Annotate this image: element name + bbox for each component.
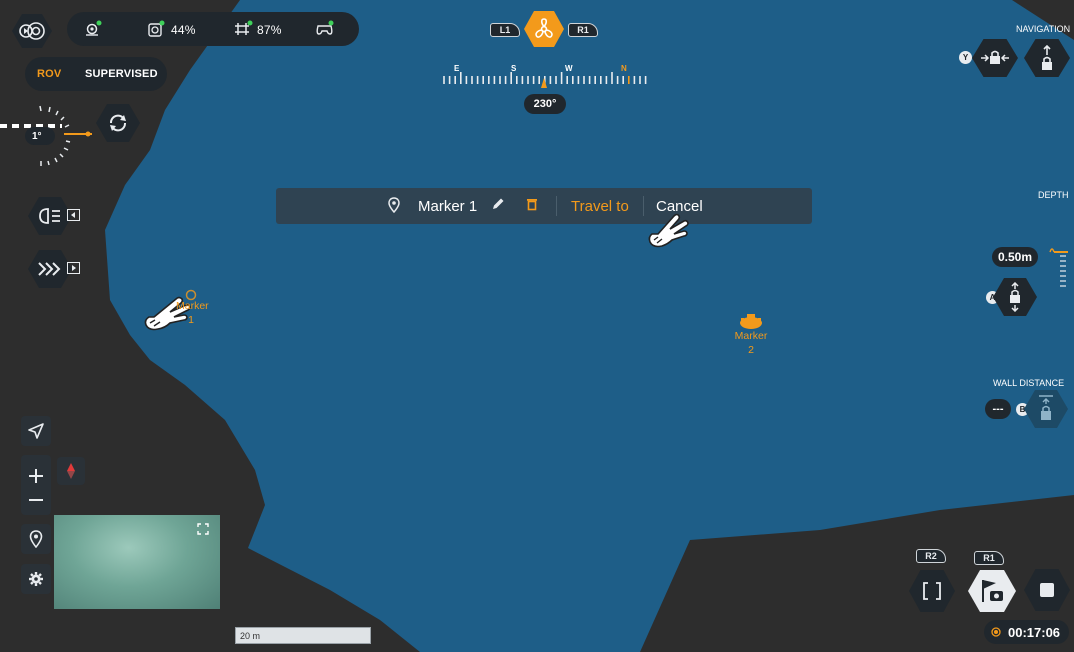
y-button-badge: Y: [959, 51, 972, 64]
drone-battery-icon: [148, 20, 165, 37]
drone-logo-icon: [12, 14, 52, 48]
drone-marker-icon: [740, 314, 762, 329]
marker-1-label: Marker 1: [176, 299, 209, 327]
navigation-label: NAVIGATION: [1016, 24, 1071, 34]
navigate-arrow-icon: [28, 423, 44, 439]
marker-title: Marker 1: [418, 198, 478, 215]
r1-bottom-label: R1: [983, 553, 995, 563]
propeller-icon: [535, 18, 553, 38]
location-signal-icon: [86, 20, 102, 36]
drone-battery-value: 44%: [171, 23, 196, 37]
headlight-icon: [39, 208, 60, 224]
wall-distance-label: WALL DISTANCE: [993, 378, 1065, 388]
status-bar: 44% 87%: [67, 12, 359, 46]
marker-2-number: 2: [748, 344, 754, 356]
zoom-out-icon[interactable]: [28, 498, 44, 502]
delete-trash-icon[interactable]: [526, 197, 538, 211]
bracket-frame-icon: [923, 582, 941, 600]
hand-pointer-icon: [648, 213, 689, 248]
l1-label: L1: [499, 25, 511, 35]
controller-battery-value: 87%: [257, 23, 282, 37]
l1-button[interactable]: L1: [490, 23, 520, 37]
wall-distance-value: ---: [985, 399, 1011, 419]
compass-ticks: [443, 72, 647, 88]
gamepad-icon: [316, 20, 334, 35]
north-needle-icon: [67, 463, 75, 479]
scale-bar: 20 m: [235, 627, 371, 644]
lock-sideways-icon: [981, 50, 1009, 64]
pitch-value: 1°: [32, 131, 42, 142]
gear-icon: [29, 572, 43, 586]
depth-label: DEPTH: [1038, 190, 1069, 200]
timer-value: 00:17:06: [1008, 625, 1061, 640]
refresh-icon: [110, 114, 126, 132]
fast-forward-icon: [38, 262, 61, 276]
markers-button[interactable]: [21, 524, 51, 554]
r2-label: R2: [925, 551, 937, 561]
camera-preview[interactable]: [54, 515, 220, 609]
depth-scale: [1049, 248, 1068, 287]
record-dot-icon: [991, 627, 1001, 637]
r1-button-bottom[interactable]: R1: [974, 551, 1004, 565]
recenter-button[interactable]: [21, 416, 51, 446]
compass-n: N: [621, 64, 627, 73]
mode-toggle[interactable]: ROV SUPERVISED: [25, 57, 167, 91]
edit-pencil-icon[interactable]: [491, 197, 505, 211]
marker-1-name: Marker: [176, 300, 209, 312]
pitch-gauge: [0, 105, 92, 166]
zoom-in-icon[interactable]: [28, 468, 44, 484]
compass-e: E: [454, 64, 460, 73]
compass-s: S: [511, 64, 517, 73]
location-pin-icon-2: [29, 530, 43, 548]
heading-readout: 230°: [524, 94, 566, 114]
y-button-letter: Y: [962, 53, 969, 62]
app-screen: 44% 87% ROV SUPERVISED 1° L1 R1 E S W N …: [0, 0, 1074, 652]
recording-timer: 00:17:06: [984, 620, 1069, 644]
marker-2-label: Marker 2: [730, 329, 772, 357]
controller-battery-icon: [235, 20, 253, 35]
r1-button[interactable]: R1: [568, 23, 598, 37]
depth-value: 0.50m: [992, 247, 1038, 267]
fullscreen-icon[interactable]: [197, 523, 209, 535]
zoom-controls: [21, 455, 51, 515]
settings-button[interactable]: [21, 564, 51, 594]
speed-shortcut-icon: [67, 262, 80, 274]
lights-shortcut-icon: [67, 209, 80, 221]
marker-2-name: Marker: [734, 330, 768, 342]
location-pin-icon: [388, 197, 400, 213]
stop-icon: [1040, 583, 1054, 597]
marker-1-number: 1: [188, 314, 194, 326]
flag-camera-icon: [982, 580, 1003, 602]
mode-rov[interactable]: ROV: [37, 68, 61, 80]
lock-up-icon: [1042, 45, 1052, 70]
mode-supervised[interactable]: SUPERVISED: [85, 68, 158, 80]
north-compass-button[interactable]: [57, 457, 85, 485]
travel-to-button[interactable]: Travel to: [571, 198, 629, 215]
r2-button[interactable]: R2: [916, 549, 946, 563]
marker-popup: Marker 1 Travel to Cancel: [276, 188, 812, 224]
compass-w: W: [565, 64, 573, 73]
app-logo[interactable]: [12, 12, 59, 50]
r1-label: R1: [577, 25, 589, 35]
popup-divider: [556, 196, 557, 216]
lock-vertical-icon: [1010, 282, 1020, 312]
wall-lock-icon: [1039, 395, 1053, 420]
